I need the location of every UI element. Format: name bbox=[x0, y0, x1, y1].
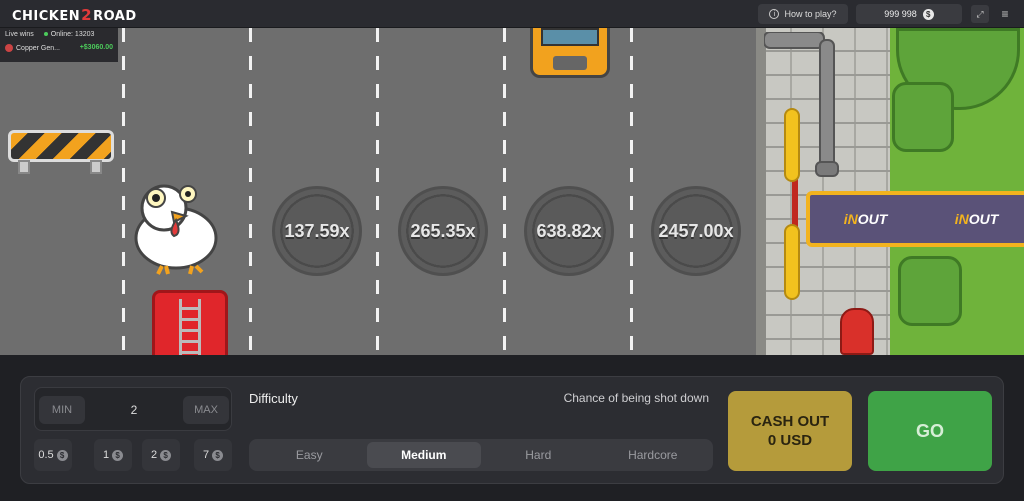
online-dot-icon bbox=[43, 32, 48, 37]
quick-bet-label: 7 bbox=[202, 449, 210, 461]
live-win-amount: +$3060.00 bbox=[79, 44, 113, 51]
manhole-multiplier-1[interactable]: 137.59x bbox=[272, 186, 362, 276]
dollar-coin-icon: $ bbox=[922, 8, 934, 20]
fullscreen-button[interactable]: ⤢ bbox=[971, 5, 989, 23]
chicken-icon bbox=[134, 184, 218, 275]
live-win-user: Copper Gen... bbox=[5, 44, 60, 52]
street-lamp-icon bbox=[764, 32, 839, 177]
manhole-multiplier-2[interactable]: 265.35x bbox=[398, 186, 488, 276]
live-win-entry: Copper Gen... +$3060.00 bbox=[0, 41, 118, 55]
barrier-board bbox=[8, 130, 114, 162]
difficulty-label: Difficulty bbox=[249, 391, 298, 406]
bet-amount-box: MIN MAX bbox=[34, 387, 232, 431]
how-to-play-button[interactable]: i How to play? bbox=[758, 4, 848, 24]
multiplier-label: 2457.00x bbox=[658, 220, 734, 241]
game-app: CHICKEN2ROAD i How to play? 999 998 $ ⤢ … bbox=[0, 0, 1024, 501]
hamburger-icon: ≡ bbox=[1001, 7, 1009, 21]
fullscreen-icon: ⤢ bbox=[976, 8, 984, 19]
fire-hydrant-icon bbox=[840, 308, 874, 355]
difficulty-selector: Easy Medium Hard Hardcore bbox=[249, 439, 713, 471]
sign-in-text: iN bbox=[843, 211, 858, 227]
dollar-coin-icon: $ bbox=[56, 449, 68, 461]
game-field: iNOUT iNOUT 137.59x 265.35x 638.82x 2457… bbox=[0, 28, 1024, 355]
logo-text-left: CHICKEN bbox=[12, 9, 81, 24]
lane-divider bbox=[122, 28, 125, 355]
quick-bet-button[interactable]: 2 $ bbox=[142, 439, 180, 471]
quick-bet-button[interactable]: 1 $ bbox=[94, 439, 132, 471]
multiplier-label: 638.82x bbox=[536, 220, 602, 241]
game-logo: CHICKEN2ROAD bbox=[12, 6, 137, 24]
lane-divider bbox=[503, 28, 506, 355]
lane-divider bbox=[376, 28, 379, 355]
inout-sign-text-right: iNOUT bbox=[955, 211, 999, 227]
live-win-username: Copper Gen... bbox=[16, 44, 60, 52]
balance-value: 999 998 bbox=[884, 9, 917, 19]
cash-out-button[interactable]: CASH OUT 0 USD bbox=[728, 391, 852, 471]
barrier-leg bbox=[90, 160, 102, 174]
top-bar: CHICKEN2ROAD i How to play? 999 998 $ ⤢ … bbox=[0, 0, 1024, 28]
inout-sign-text-left: iNOUT bbox=[844, 211, 888, 227]
online-count: Online: 13203 bbox=[43, 31, 95, 38]
avatar bbox=[5, 44, 13, 52]
bet-min-button[interactable]: MIN bbox=[39, 396, 85, 424]
bus-icon bbox=[530, 28, 610, 78]
bet-amount-input[interactable] bbox=[89, 396, 179, 424]
difficulty-option-hardcore[interactable]: Hardcore bbox=[596, 442, 711, 468]
quick-bet-label: 0.5 bbox=[38, 449, 54, 461]
lane-divider bbox=[630, 28, 633, 355]
dollar-coin-icon: $ bbox=[160, 449, 172, 461]
quick-bet-button[interactable]: 0.5 $ bbox=[34, 439, 72, 471]
dollar-coin-icon: $ bbox=[112, 449, 124, 461]
live-wins-panel: Live wins Online: 13203 Copper Gen... +$… bbox=[0, 28, 118, 62]
manhole-multiplier-4[interactable]: 2457.00x bbox=[651, 186, 741, 276]
info-icon: i bbox=[769, 9, 780, 19]
bus-window bbox=[541, 28, 599, 46]
inout-sign: iNOUT iNOUT bbox=[806, 191, 1024, 247]
quick-bet-label: 1 bbox=[102, 449, 110, 461]
rope-post-icon bbox=[784, 108, 800, 182]
fire-truck-icon bbox=[152, 290, 228, 355]
online-label: Online: 13203 bbox=[50, 31, 95, 38]
sign-out-text: OUT bbox=[857, 211, 888, 227]
control-panel: MIN MAX 0.5$ 1$ 2$ 7$ Difficulty Chance … bbox=[20, 376, 1004, 484]
how-to-play-label: How to play? bbox=[784, 9, 837, 19]
quick-bet-label: 2 bbox=[150, 449, 158, 461]
menu-button[interactable]: ≡ bbox=[996, 5, 1014, 23]
logo-text-right: ROAD bbox=[93, 9, 137, 24]
multiplier-label: 265.35x bbox=[410, 220, 476, 241]
live-wins-title: Live wins bbox=[5, 31, 34, 38]
bush-icon bbox=[892, 82, 954, 152]
balance-display: 999 998 $ bbox=[856, 4, 962, 24]
sign-in-text: iN bbox=[954, 211, 969, 227]
difficulty-option-medium[interactable]: Medium bbox=[366, 442, 481, 468]
dollar-coin-icon: $ bbox=[212, 449, 224, 461]
rope-post-icon bbox=[784, 224, 800, 300]
chance-label: Chance of being shot down bbox=[563, 391, 709, 405]
quick-bet-button[interactable]: 7 $ bbox=[194, 439, 232, 471]
multiplier-label: 137.59x bbox=[284, 220, 350, 241]
logo-text-mid: 2 bbox=[81, 6, 93, 24]
cash-out-label: CASH OUT bbox=[750, 412, 830, 430]
manhole-multiplier-3[interactable]: 638.82x bbox=[524, 186, 614, 276]
bet-max-button[interactable]: MAX bbox=[183, 396, 229, 424]
barrier-leg bbox=[18, 160, 30, 174]
road-barrier-icon bbox=[8, 124, 114, 176]
bus-grill bbox=[553, 56, 587, 70]
cash-out-amount: 0 USD bbox=[767, 432, 813, 449]
difficulty-option-hard[interactable]: Hard bbox=[481, 442, 596, 468]
difficulty-option-easy[interactable]: Easy bbox=[252, 442, 367, 468]
lane-divider bbox=[249, 28, 252, 355]
sign-out-text: OUT bbox=[968, 211, 999, 227]
bush-icon bbox=[898, 256, 962, 326]
go-button[interactable]: GO bbox=[868, 391, 992, 471]
live-wins-header: Live wins Online: 13203 bbox=[0, 28, 118, 41]
ladder-icon bbox=[179, 299, 201, 355]
